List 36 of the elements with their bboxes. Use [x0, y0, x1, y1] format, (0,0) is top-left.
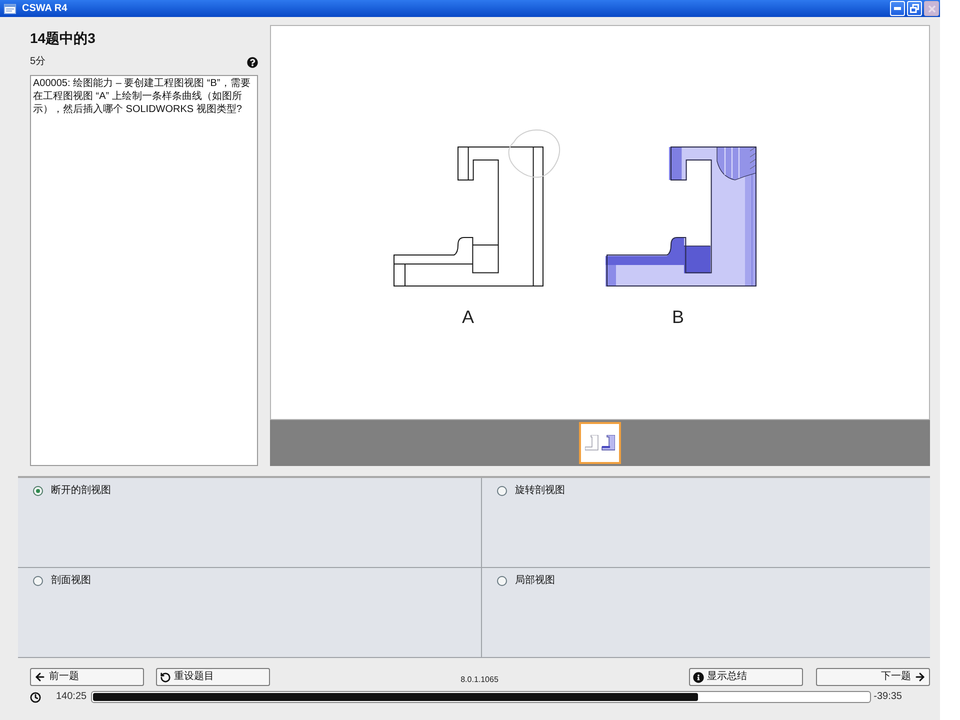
- minimize-button[interactable]: [890, 1, 905, 16]
- minimize-icon: [894, 7, 901, 10]
- spline-curve: [508, 130, 560, 178]
- radio-button[interactable]: [33, 576, 43, 586]
- answer-option-label[interactable]: 旋转剖视图: [515, 485, 565, 497]
- show-summary-button[interactable]: 显示总结: [689, 668, 803, 686]
- restore-icon: [910, 4, 919, 13]
- thumbnail-button[interactable]: [579, 422, 621, 464]
- radio-button[interactable]: [33, 486, 43, 496]
- arrow-left-icon: [34, 671, 46, 683]
- elapsed-time: 140:25: [56, 691, 87, 703]
- version-label: 8.0.1.1065: [460, 675, 498, 685]
- app-icon: [4, 4, 16, 14]
- remaining-time: -39:35: [874, 691, 902, 703]
- reset-question-button[interactable]: 重设题目: [156, 668, 270, 686]
- question-text: A00005: 绘图能力 – 要创建工程图视图 “B”，需要在工程图视图 “A” 上绘制一条样条曲线（如图所示），然后插入哪个 SOLIDWORKS 视图类型?: [33, 77, 252, 116]
- question-counter: 14题中的3: [30, 29, 96, 47]
- info-icon: [693, 672, 704, 682]
- previous-question-button[interactable]: 前一题: [30, 668, 144, 686]
- close-icon: [928, 4, 936, 12]
- window-title: CSWA R4: [22, 2, 68, 14]
- radio-button[interactable]: [497, 486, 507, 496]
- reset-icon: [160, 672, 171, 682]
- view-label: B: [672, 307, 684, 327]
- radio-button[interactable]: [497, 576, 507, 586]
- arrow-right-icon: [914, 671, 926, 683]
- next-question-button[interactable]: 下一题: [816, 668, 930, 686]
- view-label: A: [462, 307, 474, 327]
- answer-option-label[interactable]: 断开的剖视图: [51, 485, 111, 497]
- restore-button[interactable]: [907, 1, 922, 16]
- part-views-thumbnail-icon: [585, 435, 615, 451]
- help-icon[interactable]: [247, 56, 258, 68]
- answer-option-label[interactable]: 剖面视图: [51, 575, 91, 587]
- points-label: 5分: [30, 56, 46, 68]
- answer-option-label[interactable]: 局部视图: [515, 575, 555, 587]
- clock-icon: [30, 692, 41, 702]
